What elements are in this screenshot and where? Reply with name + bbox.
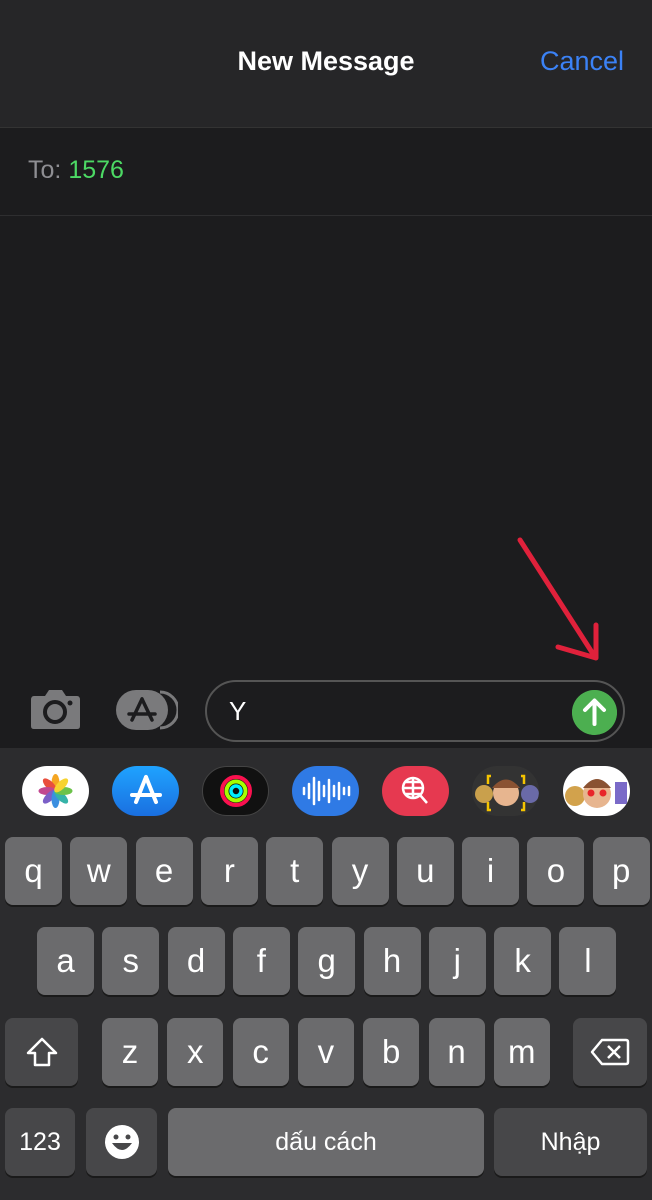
- key-n[interactable]: n: [428, 1018, 485, 1086]
- emoji-key[interactable]: [86, 1108, 157, 1176]
- recipient-value[interactable]: 1576: [68, 156, 124, 184]
- audio-message-icon[interactable]: [292, 766, 359, 816]
- shift-icon: [26, 1037, 57, 1067]
- key-a[interactable]: a: [37, 927, 94, 995]
- key-f[interactable]: f: [232, 927, 290, 995]
- key-i[interactable]: i: [462, 837, 520, 905]
- activity-icon[interactable]: [202, 766, 269, 816]
- app-store-drawer-icon[interactable]: [116, 690, 178, 730]
- photos-icon[interactable]: [22, 766, 89, 816]
- key-j[interactable]: j: [428, 927, 486, 995]
- keyboard: q w e r t y u i o p a s d f g h j k l z x c v b n m 123 dấu cách Nhậ…: [0, 830, 652, 1200]
- key-s[interactable]: s: [102, 927, 160, 995]
- recipient-field[interactable]: To: 1576: [0, 128, 652, 216]
- app-strip: [0, 748, 652, 830]
- key-l[interactable]: l: [559, 927, 617, 995]
- emoji-icon: [104, 1125, 139, 1159]
- camera-icon[interactable]: [30, 688, 81, 730]
- web-search-icon[interactable]: [382, 766, 449, 816]
- key-u[interactable]: u: [396, 837, 454, 905]
- key-o[interactable]: o: [527, 837, 585, 905]
- app-store-icon[interactable]: [112, 766, 179, 816]
- navigation-bar: New Message Cancel: [0, 0, 652, 128]
- key-e[interactable]: e: [135, 837, 193, 905]
- key-t[interactable]: t: [266, 837, 324, 905]
- key-p[interactable]: p: [592, 837, 650, 905]
- key-w[interactable]: w: [70, 837, 128, 905]
- memoji-stickers-icon[interactable]: [563, 766, 630, 816]
- return-key[interactable]: Nhập: [494, 1108, 647, 1176]
- space-key[interactable]: dấu cách: [168, 1108, 484, 1176]
- memoji-camera-icon[interactable]: [472, 766, 539, 816]
- key-z[interactable]: z: [102, 1018, 158, 1086]
- key-b[interactable]: b: [363, 1018, 420, 1086]
- key-x[interactable]: x: [167, 1018, 224, 1086]
- key-c[interactable]: c: [232, 1018, 289, 1086]
- key-d[interactable]: d: [167, 927, 225, 995]
- key-m[interactable]: m: [493, 1018, 550, 1086]
- key-h[interactable]: h: [363, 927, 421, 995]
- message-text: Y: [229, 696, 247, 726]
- delete-key[interactable]: [573, 1018, 647, 1086]
- cancel-button[interactable]: Cancel: [540, 46, 624, 77]
- shift-key[interactable]: [5, 1018, 78, 1086]
- message-input[interactable]: Y: [205, 680, 625, 742]
- key-k[interactable]: k: [494, 927, 552, 995]
- key-q[interactable]: q: [5, 837, 62, 905]
- recipient-label: To:: [28, 156, 62, 184]
- send-button[interactable]: [572, 690, 617, 735]
- key-r[interactable]: r: [200, 837, 258, 905]
- key-y[interactable]: y: [331, 837, 389, 905]
- delete-icon: [590, 1038, 630, 1066]
- key-g[interactable]: g: [298, 927, 356, 995]
- numbers-key[interactable]: 123: [5, 1108, 75, 1176]
- key-v[interactable]: v: [297, 1018, 354, 1086]
- annotation-arrow-icon: [517, 537, 599, 661]
